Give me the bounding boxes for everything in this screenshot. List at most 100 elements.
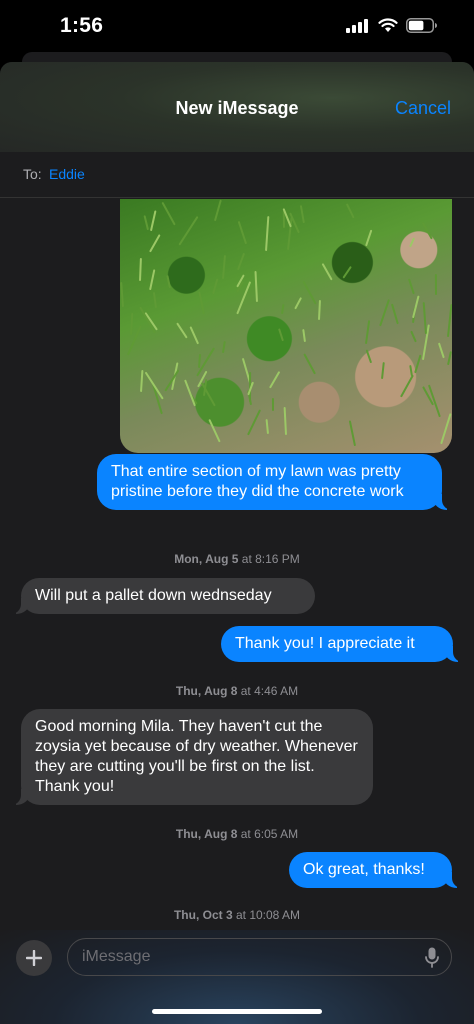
grass-blade	[365, 320, 371, 345]
lawn-photo[interactable]	[120, 199, 452, 453]
grass-blade	[237, 252, 246, 271]
grass-blade	[129, 313, 133, 335]
grass-blade	[341, 265, 352, 279]
grass-blade	[294, 297, 303, 310]
grass-blade	[139, 306, 156, 334]
message-text: Ok great, thanks!	[303, 861, 425, 878]
grass-blade	[149, 210, 157, 231]
message-bubble-sent[interactable]: Thank you! I appreciate it	[221, 626, 465, 662]
grass-blade	[439, 413, 452, 445]
grass-blade	[446, 304, 452, 337]
grass-blade	[301, 329, 306, 343]
grass-blade	[144, 371, 164, 400]
grass-blade	[277, 328, 284, 342]
timestamp-time: at 10:08 AM	[235, 908, 301, 922]
grass-blade	[148, 233, 161, 252]
plus-button[interactable]	[16, 940, 52, 976]
grass-blade	[138, 258, 142, 281]
message-bubble-received[interactable]: Will put a pallet down wednseday	[9, 578, 315, 614]
grass-blade	[421, 221, 434, 240]
grass-blade	[265, 216, 270, 252]
grass-blade	[379, 298, 391, 327]
message-bubble-sent[interactable]: Ok great, thanks!	[289, 852, 464, 888]
message-text: Good morning Mila. They haven't cut the …	[35, 718, 358, 795]
timestamp: Thu, Aug 8 at 4:46 AM	[0, 684, 474, 698]
grass-blade	[413, 354, 422, 374]
message-input[interactable]: iMessage	[67, 938, 452, 976]
status-icons	[346, 18, 438, 33]
grass-blade	[197, 291, 205, 315]
grass-blade	[222, 340, 227, 353]
grass-blade	[212, 278, 219, 295]
timestamp-time: at 8:16 PM	[241, 552, 300, 566]
timestamp-day: Thu, Aug 8	[175, 684, 238, 698]
grass-blade	[280, 304, 285, 315]
grass-blade	[437, 342, 445, 359]
timestamp-day: Thu, Oct 3	[173, 908, 233, 922]
grass-blade	[408, 278, 416, 295]
grass-blade	[247, 409, 262, 436]
grass-blade	[321, 262, 333, 281]
grass-blade	[365, 349, 373, 364]
grass-blade	[143, 214, 150, 230]
cellular-signal-icon	[346, 18, 368, 33]
grass-blade	[127, 324, 142, 355]
grass-blade	[269, 370, 281, 389]
grass-blade	[365, 229, 373, 247]
grass-blade	[221, 254, 226, 279]
grass-blade	[165, 274, 171, 288]
nav-bar: New iMessage Cancel	[0, 62, 474, 152]
microphone-icon[interactable]	[425, 947, 439, 969]
grass-blade	[197, 353, 201, 368]
grass-blade	[299, 204, 305, 224]
grass-blade	[422, 302, 428, 335]
grass-blade	[189, 326, 199, 344]
grass-blade	[254, 270, 259, 303]
grass-blade	[176, 322, 188, 340]
grass-blade	[178, 215, 199, 246]
grass-blade	[149, 269, 156, 291]
timestamp-day: Thu, Aug 8	[175, 827, 238, 841]
grass-blade	[408, 237, 415, 248]
cancel-button[interactable]: Cancel	[395, 98, 451, 119]
timestamp: Thu, Aug 8 at 6:05 AM	[0, 827, 474, 841]
message-text: Thank you! I appreciate it	[235, 635, 415, 652]
grass-blade	[446, 350, 452, 365]
grass-blade	[139, 369, 144, 392]
timestamp-time: at 6:05 AM	[240, 827, 299, 841]
status-bar: 1:56	[0, 0, 474, 56]
plus-icon	[26, 950, 42, 966]
timestamp-time: at 4:46 AM	[240, 684, 299, 698]
grass-blade	[380, 361, 385, 380]
to-label: To:	[23, 166, 42, 182]
message-bubble-received[interactable]: Good morning Mila. They haven't cut the …	[9, 709, 373, 805]
grass-blade	[213, 199, 222, 221]
grass-blade	[265, 418, 269, 434]
recipient-row[interactable]: To: Eddie	[0, 152, 474, 198]
grass-blade	[120, 281, 125, 308]
grass-blade	[238, 220, 248, 244]
grass-blade	[390, 303, 399, 325]
timestamp: Mon, Aug 5 at 8:16 PM	[0, 552, 474, 566]
grass-blade	[410, 330, 417, 343]
grass-blade	[302, 281, 317, 306]
wifi-icon	[378, 18, 398, 32]
grass-blade	[271, 398, 274, 411]
grass-blade	[302, 353, 316, 375]
compose-sheet: New iMessage Cancel To: Eddie That entir…	[0, 62, 474, 1024]
grass-blade	[283, 407, 287, 436]
grass-blade	[318, 300, 322, 320]
message-bubble-sent[interactable]: That entire section of my lawn was prett…	[97, 454, 454, 510]
grass-blade	[348, 420, 356, 447]
grass-blade	[400, 374, 414, 398]
battery-icon	[406, 18, 437, 33]
grass-blade	[346, 203, 356, 219]
timestamp: Thu, Oct 3 at 10:08 AM	[0, 908, 474, 922]
message-input-placeholder: iMessage	[82, 948, 151, 965]
grass-blade	[161, 201, 177, 226]
recipient-token[interactable]: Eddie	[49, 166, 85, 182]
grass-blade	[207, 419, 221, 444]
home-indicator[interactable]	[152, 1009, 322, 1014]
message-text: Will put a pallet down wednseday	[35, 587, 272, 604]
grass-blade	[184, 379, 197, 407]
